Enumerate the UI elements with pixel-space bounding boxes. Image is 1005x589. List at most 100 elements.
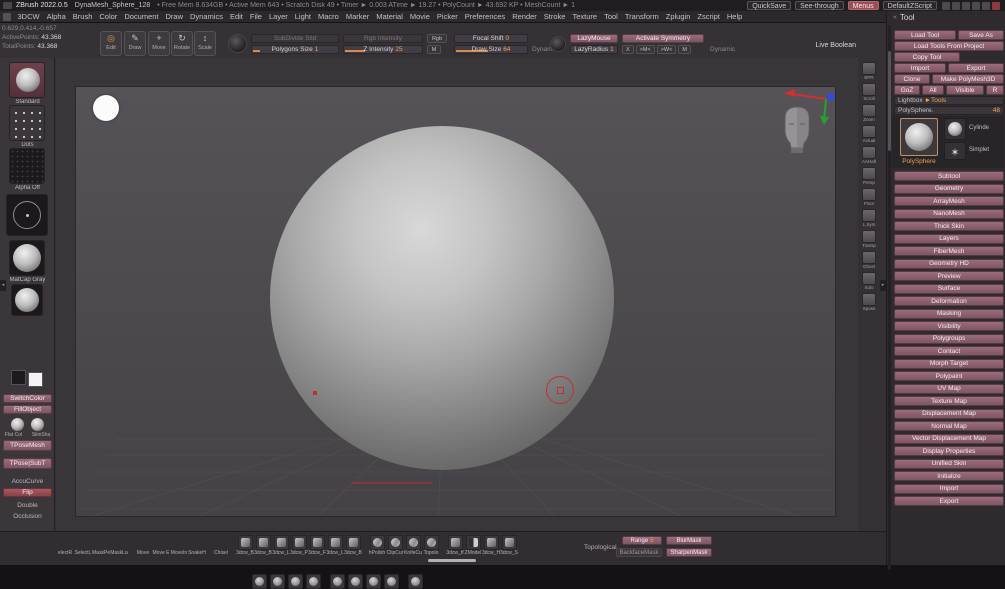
menu-item[interactable]: Render: [509, 12, 541, 21]
lazymouse-button[interactable]: LazyMouse: [570, 34, 618, 43]
menu-item[interactable]: Material: [373, 12, 407, 21]
menu-item[interactable]: Draw: [162, 12, 187, 21]
quick-brush-button[interactable]: 3dcw_H: [482, 535, 500, 557]
menu-item[interactable]: Macro: [315, 12, 343, 21]
skinshade-material-icon[interactable]: [31, 418, 44, 431]
make-polymesh3d-button[interactable]: Make PolyMesh3D: [932, 74, 1004, 84]
save-as-button[interactable]: Save As: [958, 30, 1004, 40]
current-stroke-thumb[interactable]: [9, 105, 45, 141]
menu-item[interactable]: Layer: [265, 12, 291, 21]
menu-item[interactable]: Tool: [601, 12, 622, 21]
menu-item[interactable]: Color: [96, 12, 121, 21]
document-viewport[interactable]: [75, 86, 836, 517]
menu-item[interactable]: Light: [291, 12, 314, 21]
current-alpha-thumb[interactable]: [9, 148, 45, 184]
rightshelf-button[interactable]: Scroll: [860, 83, 878, 102]
minimize-icon[interactable]: [972, 1, 980, 10]
rightshelf-button[interactable]: Actual: [860, 125, 878, 144]
lightbox-tools-row[interactable]: Lightbox ►Tools: [894, 96, 1004, 105]
tool-section-button[interactable]: Geometry HD: [894, 258, 1004, 269]
recent-tool-thumb[interactable]: [944, 118, 966, 140]
light-placement-icon[interactable]: [93, 95, 119, 121]
quick-brush-button[interactable]: KnifeCu: [404, 535, 422, 557]
quick-brush-button[interactable]: SnakeH: [188, 535, 399, 589]
divider-icon[interactable]: [962, 1, 970, 10]
double-label[interactable]: Double: [0, 502, 55, 509]
maximize-icon[interactable]: [982, 1, 990, 10]
menu-item[interactable]: Alpha: [43, 12, 69, 21]
tool-section-button[interactable]: Displacement Map: [894, 408, 1004, 419]
goz-visible-button[interactable]: Visible: [946, 85, 984, 95]
tool-section-button[interactable]: Layers: [894, 233, 1004, 244]
menu-item[interactable]: Marker: [342, 12, 372, 21]
menus-toggle[interactable]: Menus: [847, 1, 879, 10]
m-button[interactable]: M: [427, 45, 441, 54]
rightshelf-button[interactable]: L.Sym: [860, 209, 878, 228]
range-slider[interactable]: Range 5: [622, 536, 662, 545]
export-button[interactable]: Export: [948, 63, 1004, 73]
tool-section-button[interactable]: Thick Skin: [894, 221, 1004, 231]
goz-all-button[interactable]: All: [922, 85, 944, 95]
live-boolean-label[interactable]: Live Boolean: [788, 42, 856, 49]
rightshelf-button[interactable]: Solo: [860, 272, 878, 291]
home-icon[interactable]: [3, 12, 11, 21]
scale-button[interactable]: ↕ Scale: [194, 31, 216, 56]
draw-size-slider[interactable]: Draw Size 64: [454, 45, 528, 54]
secondary-material-thumb[interactable]: [11, 284, 43, 316]
quick-brush-button[interactable]: Move E: [152, 535, 363, 589]
tool-section-button[interactable]: Display Properties: [894, 446, 1004, 456]
rightshelf-button[interactable]: Xpose: [860, 293, 878, 312]
menu-item[interactable]: 3DCW: [14, 12, 43, 21]
current-material-thumb[interactable]: [9, 240, 45, 276]
secondary-color-swatch[interactable]: [28, 372, 43, 387]
edit-button[interactable]: ◎ Edit: [100, 31, 122, 56]
see-through-slider[interactable]: See-through: [795, 1, 844, 10]
move-button[interactable]: + Move: [148, 31, 170, 56]
horizontal-scrollbar[interactable]: [428, 559, 476, 562]
occlusion-label[interactable]: Occlusion: [0, 513, 55, 520]
symmetry-axis-button[interactable]: M: [678, 45, 691, 54]
panel-scrollbar-thumb[interactable]: [888, 51, 891, 151]
quick-brush-button[interactable]: 3dcw_P: [290, 535, 308, 557]
quick-brush-button[interactable]: 3dcw_L: [272, 535, 290, 557]
quick-brush-button[interactable]: 3dcw_B: [254, 535, 272, 557]
menu-item[interactable]: Dynamics: [187, 12, 227, 21]
tool-section-button[interactable]: Unified Skin: [894, 458, 1004, 469]
flip-button[interactable]: Flip: [3, 488, 52, 497]
tool-section-button[interactable]: Masking: [894, 308, 1004, 319]
import-button[interactable]: Import: [894, 63, 946, 73]
topological-label[interactable]: Topological: [584, 544, 617, 551]
tool-section-button[interactable]: Polygroups: [894, 333, 1004, 344]
tool-section-button[interactable]: Contact: [894, 346, 1004, 356]
tool-section-button[interactable]: Geometry: [894, 183, 1004, 194]
menu-item[interactable]: Stroke: [540, 12, 569, 21]
menu-item[interactable]: Transform: [621, 12, 662, 21]
current-texture-thumb[interactable]: [6, 194, 48, 236]
copy-tool-button[interactable]: Copy Tool: [894, 52, 960, 62]
default-zscript-button[interactable]: DefaultZScript: [882, 1, 937, 10]
tool-section-button[interactable]: UV Map: [894, 383, 1004, 394]
tool-section-button[interactable]: Preview: [894, 271, 1004, 281]
load-tools-from-project-button[interactable]: Load Tools From Project: [894, 41, 1004, 51]
fill-object-button[interactable]: FillObject: [3, 405, 52, 414]
rightshelf-button[interactable]: Ghost: [860, 251, 878, 270]
tool-section-button[interactable]: Visibility: [894, 321, 1004, 331]
quick-brush-button[interactable]: 3dcw_S: [500, 535, 518, 557]
dynamic-label-2[interactable]: Dynamic: [710, 46, 735, 53]
tool-section-button[interactable]: Vector Displacement Map: [894, 433, 1004, 444]
menu-item[interactable]: Texture: [569, 12, 601, 21]
rightshelf-button[interactable]: Zoom: [860, 104, 878, 123]
tool-section-button[interactable]: Polypaint: [894, 371, 1004, 381]
tool-section-button[interactable]: Export: [894, 496, 1004, 506]
menu-item[interactable]: Help: [723, 12, 745, 21]
goz-r-button[interactable]: R: [986, 85, 1004, 95]
menu-item[interactable]: Movie: [406, 12, 433, 21]
quick-brush-button[interactable]: 3dcw_B: [236, 535, 254, 557]
symmetry-axis-button[interactable]: >W<: [656, 45, 677, 54]
layout-icon[interactable]: [952, 1, 960, 10]
menu-item[interactable]: Preferences: [461, 12, 508, 21]
tool-section-button[interactable]: Import: [894, 483, 1004, 494]
backfacemask-button[interactable]: BackfaceMask: [616, 548, 662, 557]
menu-item[interactable]: Brush: [69, 12, 96, 21]
tool-section-button[interactable]: Texture Map: [894, 396, 1004, 406]
